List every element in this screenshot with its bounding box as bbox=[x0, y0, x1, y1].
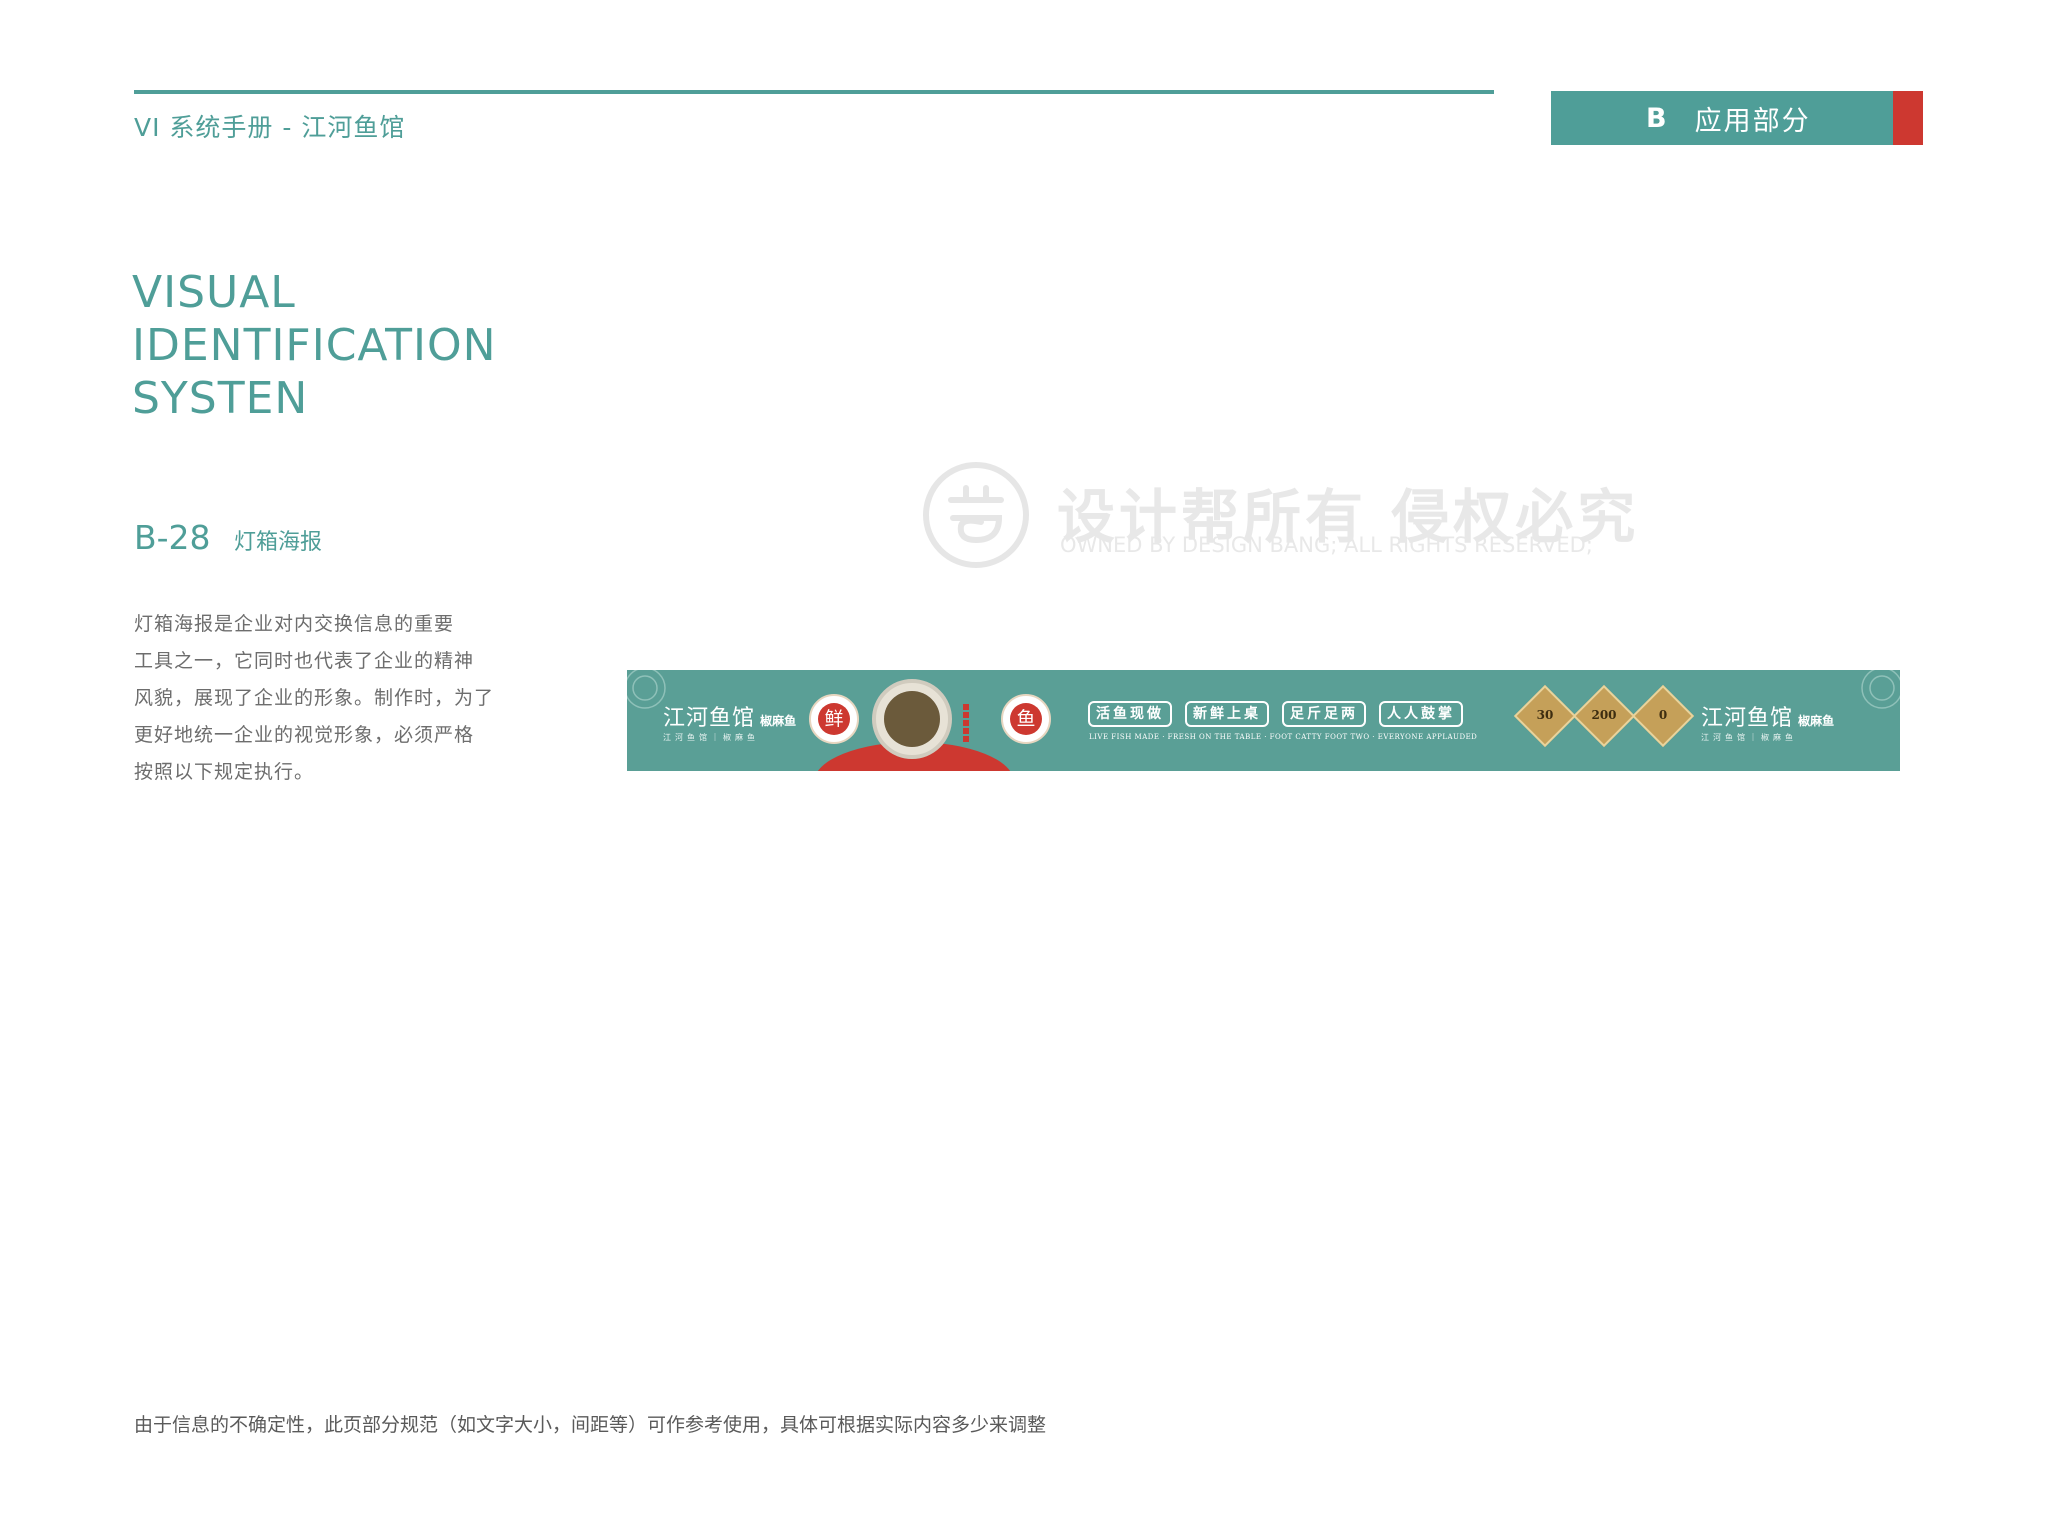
header-rule bbox=[134, 90, 1494, 94]
brand-small: 椒麻鱼 bbox=[1798, 714, 1835, 728]
brand-main: 江河鱼馆 bbox=[1701, 706, 1794, 731]
description-line: 更好地统一企业的视觉形象，必须严格 bbox=[134, 724, 475, 746]
brand-sub: 江河鱼馆｜椒麻鱼 bbox=[663, 733, 759, 742]
watermark-logo-icon bbox=[923, 462, 1029, 568]
description-line: 按照以下规定执行。 bbox=[134, 761, 315, 783]
seal-right-text: 鱼 bbox=[1010, 703, 1042, 735]
footnote: 由于信息的不确定性，此页部分规范（如文字大小，间距等）可作参考使用，具体可根据实… bbox=[134, 1414, 1047, 1436]
lightbox-banner: 江河鱼馆 椒麻鱼 江河鱼馆｜椒麻鱼 鲜 鱼 活鱼现做 新鲜上桌 足斤足两 人人鼓… bbox=[627, 670, 1900, 771]
section-letter: B bbox=[1646, 102, 1667, 134]
medal-text-2: 200 bbox=[1591, 708, 1617, 722]
item-name: 灯箱海报 bbox=[234, 530, 323, 555]
watermark-en: OWNED BY DESIGN BANG; ALL RIGHTS RESERVE… bbox=[1060, 533, 1593, 557]
item-code: B-28 bbox=[134, 518, 211, 557]
corner-ornament-icon bbox=[1861, 670, 1900, 709]
medal-text-3: 0 bbox=[1658, 708, 1668, 722]
seal-left: 鲜 bbox=[809, 694, 859, 744]
banner-brand-right: 江河鱼馆 椒麻鱼 江河鱼馆｜椒麻鱼 bbox=[1701, 700, 1834, 743]
description: 灯箱海报是企业对内交换信息的重要 工具之一，它同时也代表了企业的精神 风貌，展现… bbox=[134, 606, 495, 791]
section-name: 应用部分 bbox=[1694, 105, 1811, 137]
brand-sub: 江河鱼馆｜椒麻鱼 bbox=[1701, 733, 1797, 742]
red-dots-decoration bbox=[963, 704, 977, 744]
description-line: 灯箱海报是企业对内交换信息的重要 bbox=[134, 613, 455, 635]
slogan-3: 足斤足两 bbox=[1282, 701, 1366, 727]
fish-bowl-image bbox=[872, 679, 952, 759]
section-tab: B 应用部分 bbox=[1551, 91, 1893, 145]
slogan-en: LIVE FISH MADE · FRESH ON THE TABLE · FO… bbox=[1089, 733, 1478, 741]
slogan-1: 活鱼现做 bbox=[1088, 701, 1172, 727]
manual-title: VI 系统手册 - 江河鱼馆 bbox=[134, 113, 406, 142]
brand-small: 椒麻鱼 bbox=[760, 714, 797, 728]
title-line-1: VISUAL bbox=[132, 267, 296, 318]
seal-right: 鱼 bbox=[1001, 694, 1051, 744]
section-tab-accent bbox=[1893, 91, 1923, 145]
banner-brand-left: 江河鱼馆 椒麻鱼 江河鱼馆｜椒麻鱼 bbox=[663, 700, 796, 743]
seal-left-text: 鲜 bbox=[818, 703, 850, 735]
bowl-contents bbox=[884, 691, 940, 747]
brand-main: 江河鱼馆 bbox=[663, 706, 756, 731]
description-line: 风貌，展现了企业的形象。制作时，为了 bbox=[134, 687, 495, 709]
medal-text-1: 30 bbox=[1536, 708, 1554, 722]
slogan-4: 人人鼓掌 bbox=[1379, 701, 1463, 727]
slogan-2: 新鲜上桌 bbox=[1185, 701, 1269, 727]
title-line-3: SYSTEN bbox=[132, 373, 309, 424]
description-line: 工具之一，它同时也代表了企业的精神 bbox=[134, 650, 475, 672]
title-line-2: IDENTIFICATION bbox=[132, 320, 497, 371]
page-title: VISUAL IDENTIFICATION SYSTEN bbox=[132, 266, 497, 425]
